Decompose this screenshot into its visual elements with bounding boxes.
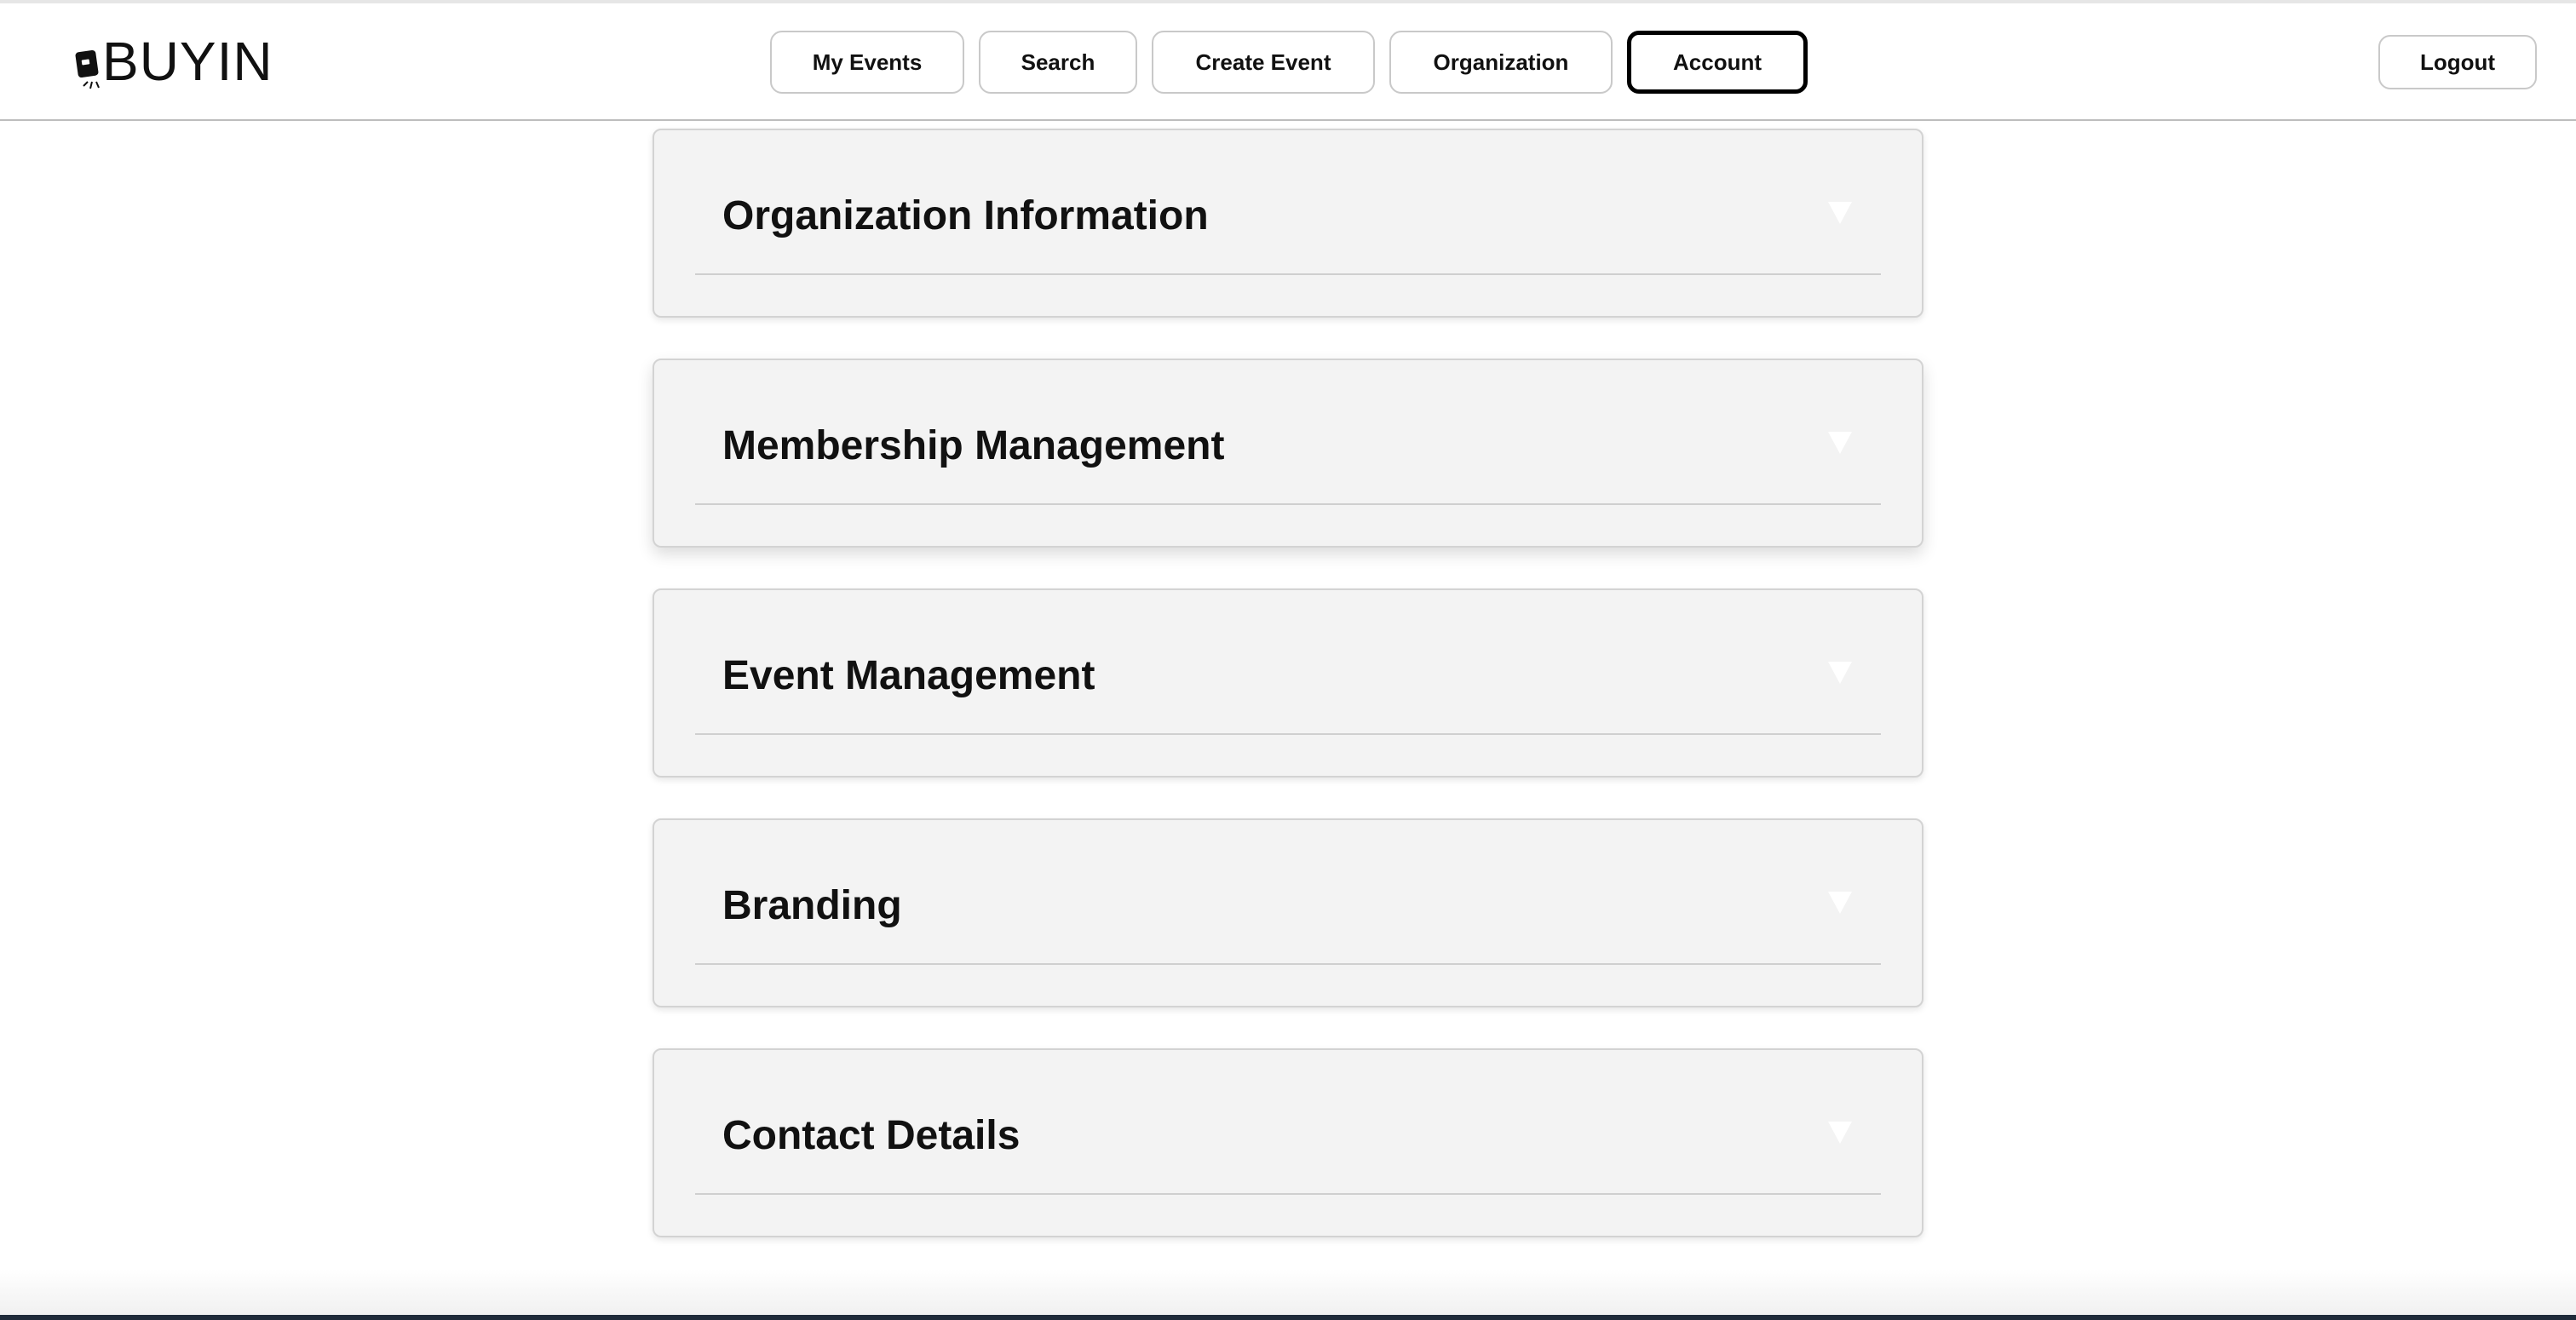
section-branding[interactable]: Branding bbox=[653, 818, 1923, 1007]
section-divider bbox=[695, 733, 1881, 735]
section-title: Event Management bbox=[722, 653, 1095, 698]
brand-name: BUYIN bbox=[102, 31, 273, 92]
nav-create-event-button[interactable]: Create Event bbox=[1152, 31, 1375, 94]
section-event-management[interactable]: Event Management bbox=[653, 588, 1923, 778]
chevron-down-icon[interactable] bbox=[1828, 432, 1852, 454]
nav-search-button[interactable]: Search bbox=[979, 31, 1137, 94]
nav-organization-button[interactable]: Organization bbox=[1389, 31, 1613, 94]
window-bottom-edge bbox=[0, 1315, 2576, 1320]
brand-logo[interactable]: BUYIN bbox=[75, 29, 273, 94]
section-title: Branding bbox=[722, 883, 902, 928]
chevron-down-icon[interactable] bbox=[1828, 1122, 1852, 1144]
main-nav: My Events Search Create Event Organizati… bbox=[770, 31, 1808, 94]
nav-account-button[interactable]: Account bbox=[1627, 31, 1808, 94]
chevron-down-icon[interactable] bbox=[1828, 662, 1852, 684]
section-organization-information[interactable]: Organization Information bbox=[653, 129, 1923, 318]
section-divider bbox=[695, 963, 1881, 965]
logout-button[interactable]: Logout bbox=[2378, 35, 2537, 89]
section-divider bbox=[695, 273, 1881, 275]
top-navigation-bar: BUYIN My Events Search Create Event Orga… bbox=[0, 3, 2576, 121]
page-bottom-fade bbox=[0, 1269, 2576, 1320]
section-divider bbox=[695, 1193, 1881, 1195]
section-contact-details[interactable]: Contact Details bbox=[653, 1048, 1923, 1237]
section-title: Organization Information bbox=[722, 193, 1209, 238]
chevron-down-icon[interactable] bbox=[1828, 892, 1852, 914]
section-title: Membership Management bbox=[722, 423, 1225, 468]
chevron-down-icon[interactable] bbox=[1828, 202, 1852, 224]
section-membership-management[interactable]: Membership Management bbox=[653, 359, 1923, 548]
section-divider bbox=[695, 503, 1881, 505]
account-sections: Organization Information Membership Mana… bbox=[653, 129, 1923, 1278]
section-title: Contact Details bbox=[722, 1113, 1021, 1158]
ticket-icon bbox=[75, 29, 101, 94]
nav-my-events-button[interactable]: My Events bbox=[770, 31, 964, 94]
